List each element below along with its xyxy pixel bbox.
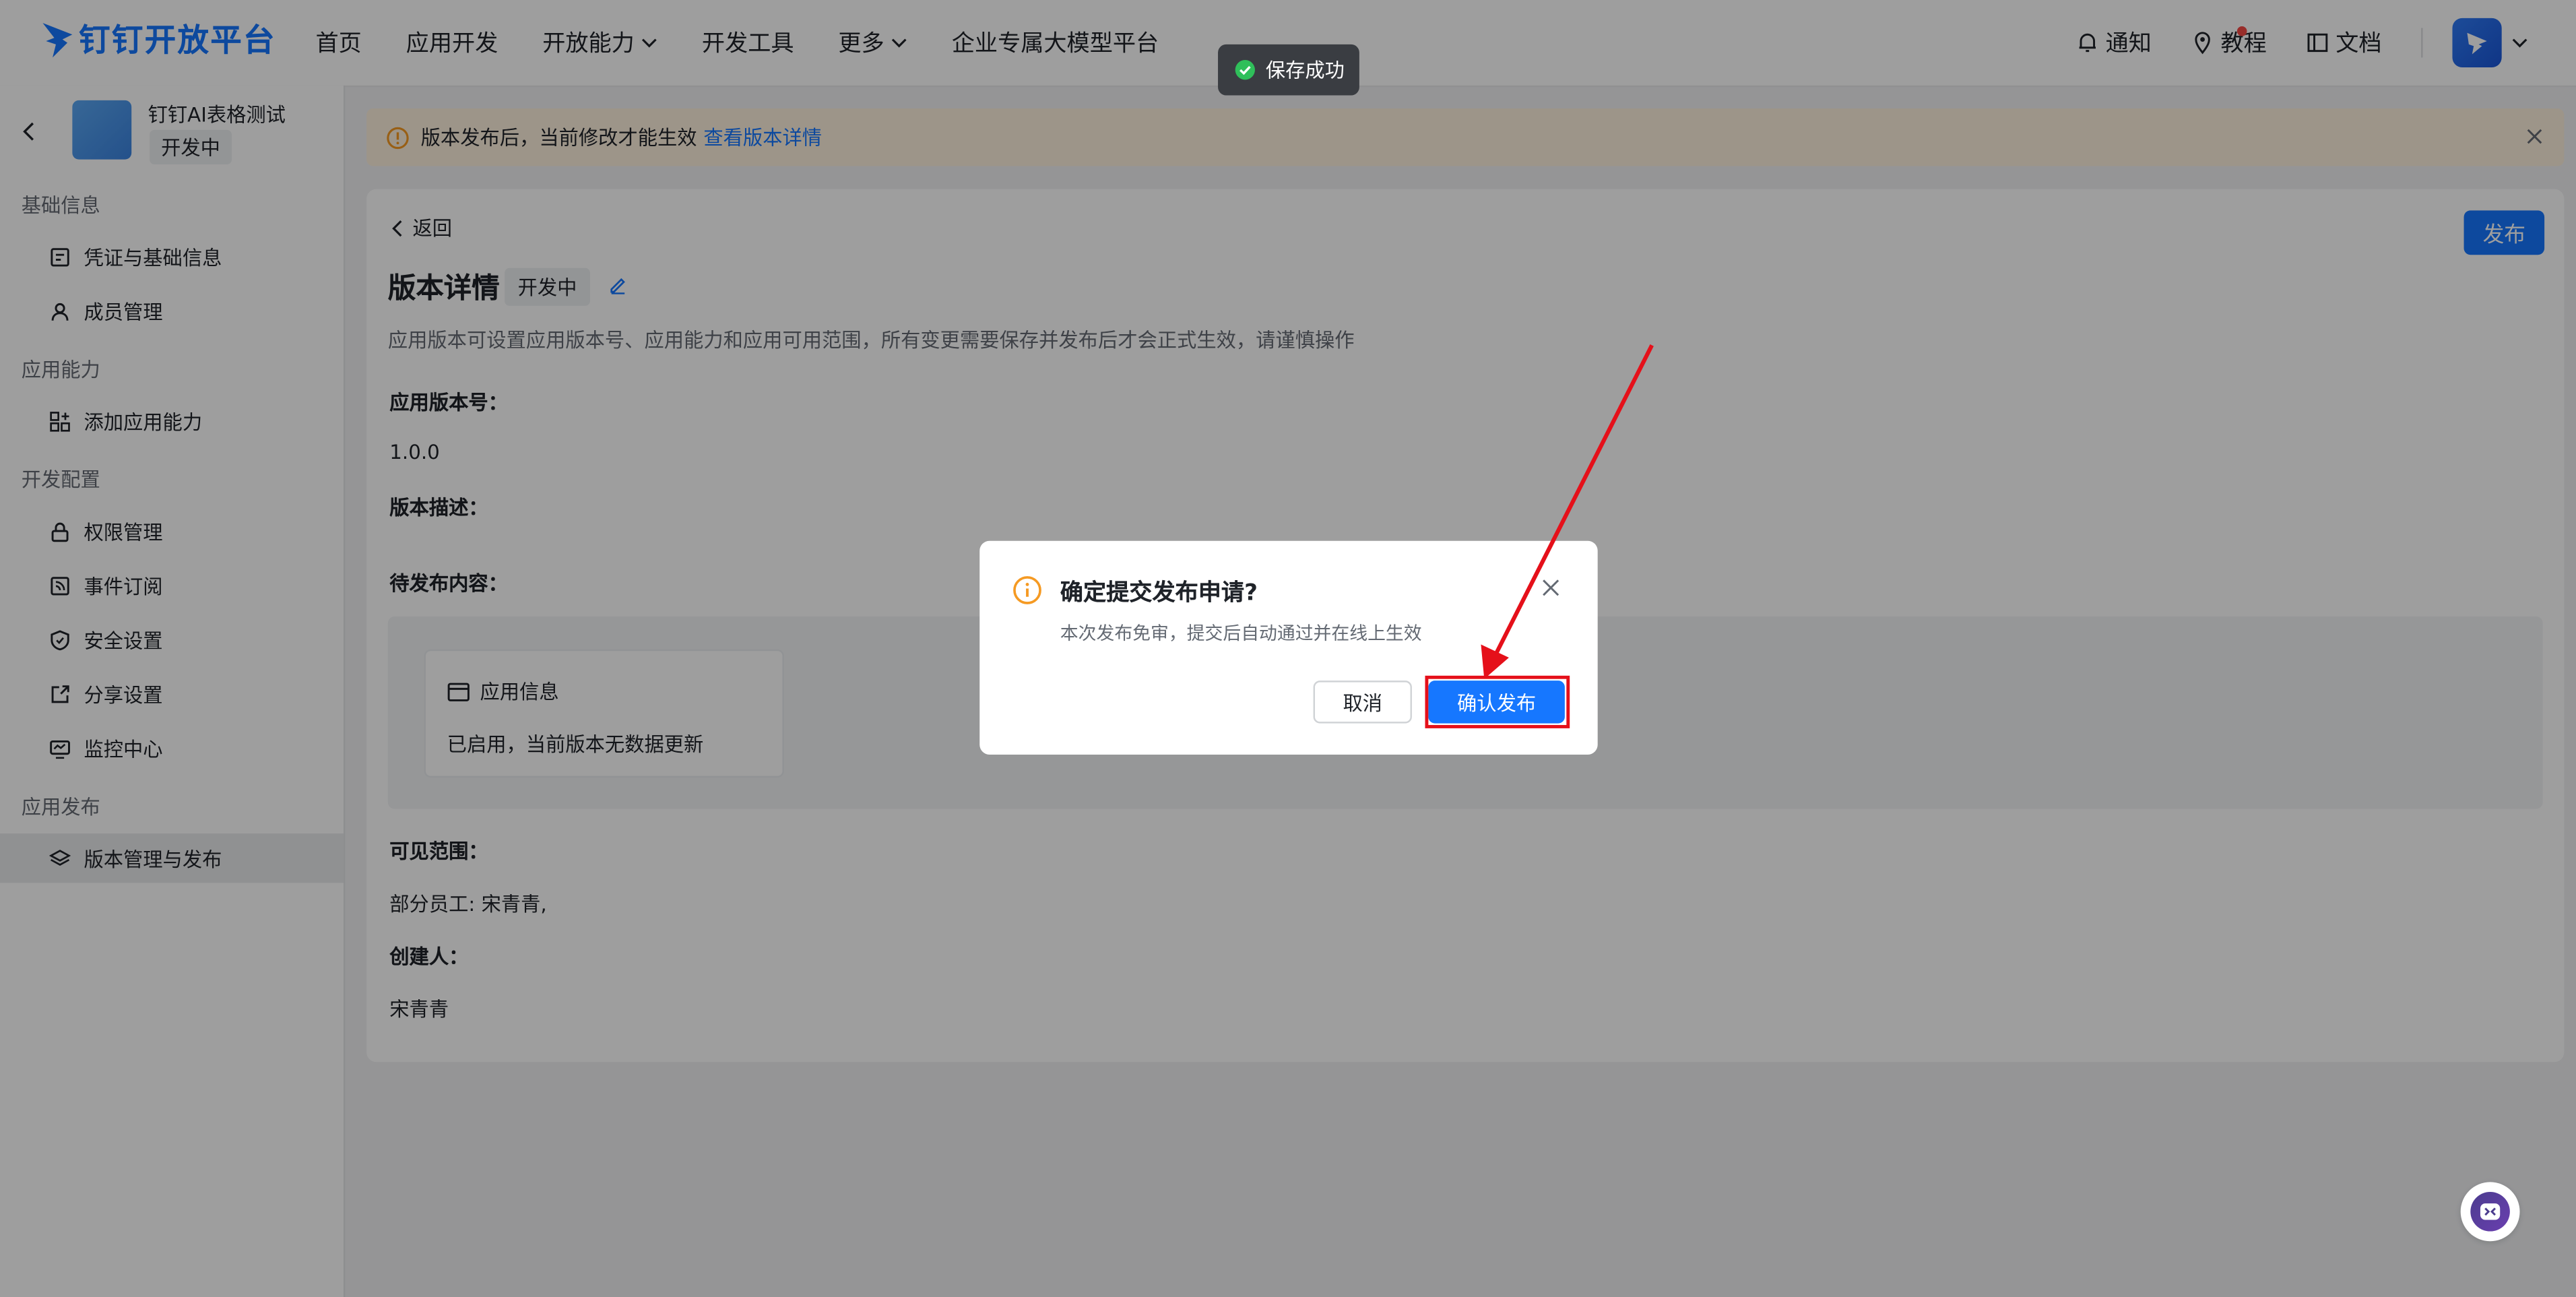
success-toast: 保存成功 — [1218, 44, 1359, 96]
info-icon — [1013, 576, 1041, 604]
dialog-subtitle: 本次发布免审，提交后自动通过并在线上生效 — [1060, 623, 1422, 645]
close-icon[interactable] — [1542, 579, 1560, 597]
annotation-highlight-box — [1425, 675, 1570, 728]
cancel-button[interactable]: 取消 — [1313, 681, 1412, 724]
assistant-icon — [2480, 1203, 2501, 1220]
toast-text: 保存成功 — [1265, 59, 1345, 82]
assistant-fab[interactable] — [2460, 1182, 2520, 1242]
dialog-title: 确定提交发布申请? — [1060, 580, 1258, 607]
check-circle-icon — [1235, 60, 1255, 80]
